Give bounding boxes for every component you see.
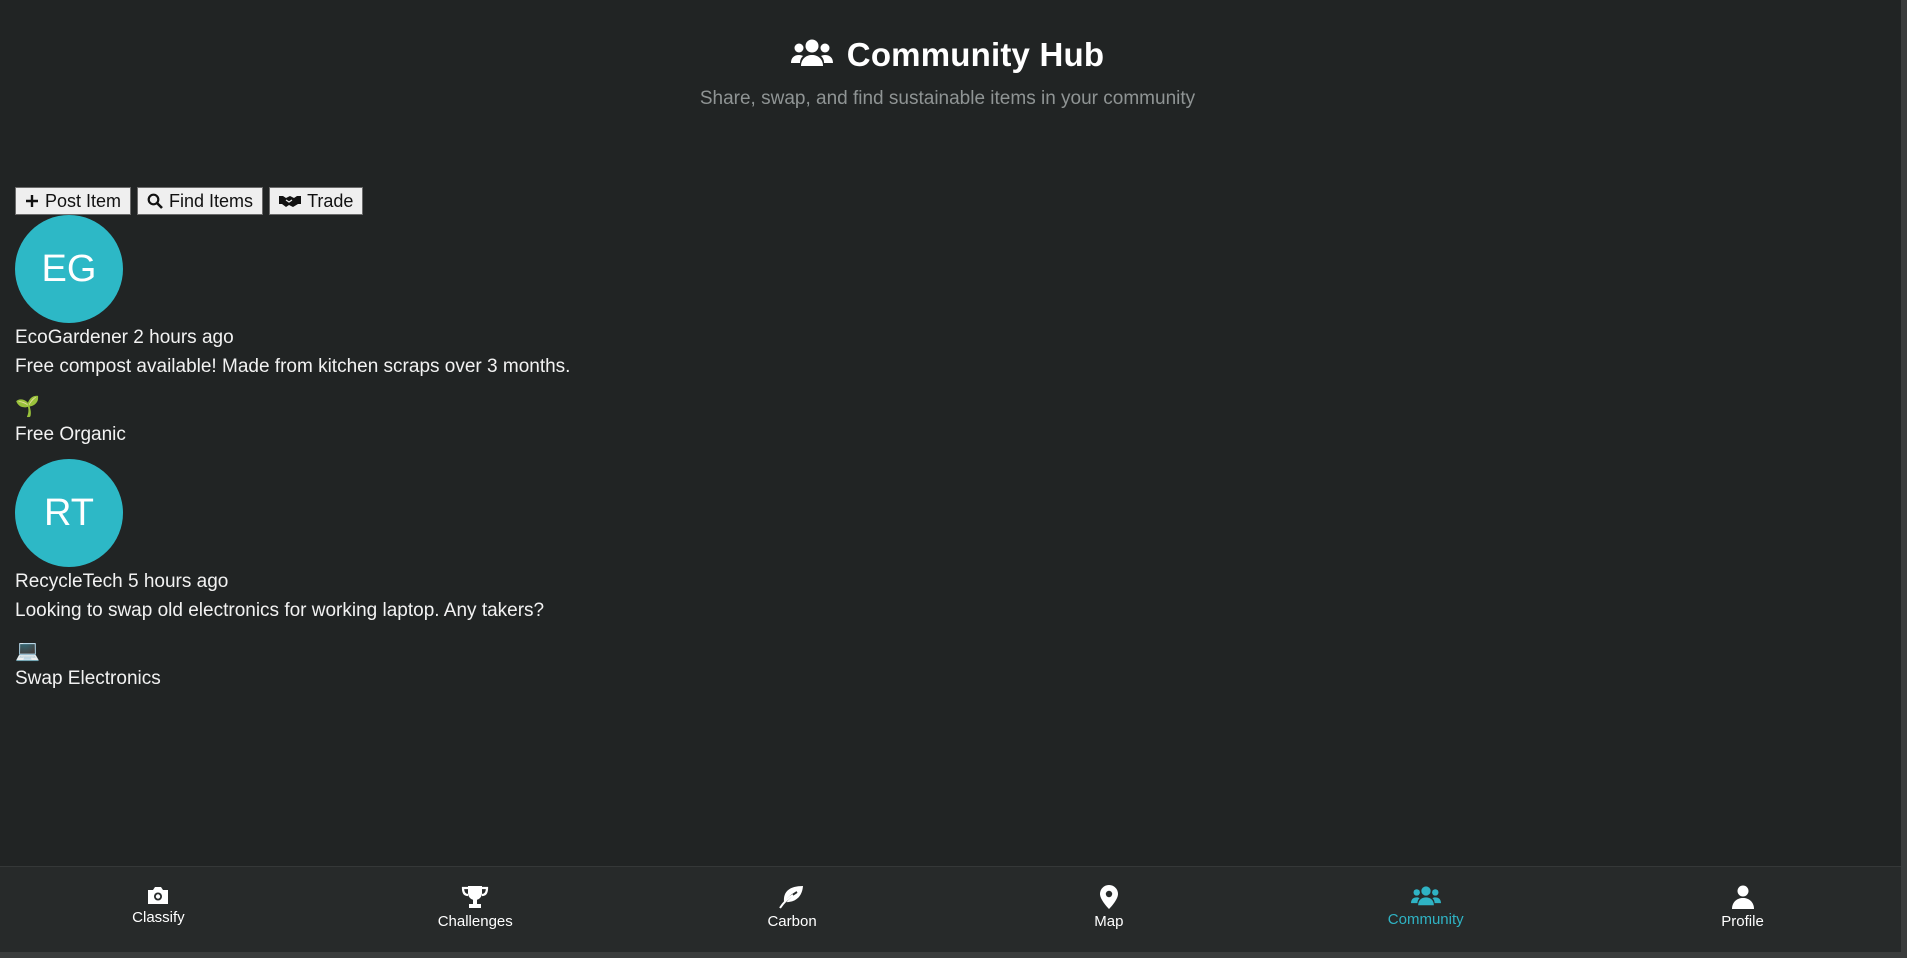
- camera-icon: [146, 885, 170, 909]
- trade-button[interactable]: Trade: [269, 187, 364, 215]
- nav-label-profile: Profile: [1721, 913, 1764, 930]
- nav-item-carbon[interactable]: Carbon: [634, 867, 951, 953]
- page-header: Community Hub Share, swap, and find sust…: [0, 36, 1895, 110]
- title-row: Community Hub: [0, 36, 1895, 74]
- post-text: Free compost available! Made from kitche…: [15, 356, 571, 377]
- avatar: RT: [15, 459, 123, 567]
- nav-item-community[interactable]: Community: [1267, 867, 1584, 953]
- nav-item-classify[interactable]: Classify: [0, 867, 317, 953]
- plus-icon: [25, 194, 39, 208]
- page-title: Community Hub: [846, 36, 1105, 73]
- map-pin-icon: [1099, 885, 1118, 913]
- post-tags: Free Organic: [15, 424, 126, 445]
- post-card: RT RecycleTech 5 hours ago Looking to sw…: [15, 459, 544, 691]
- nav-label-map: Map: [1094, 913, 1124, 930]
- nav-item-profile[interactable]: Profile: [1584, 867, 1901, 953]
- avatar: EG: [15, 215, 123, 323]
- seedling-icon: 🌱: [15, 396, 40, 418]
- post-meta: EcoGardener 2 hours ago: [15, 327, 234, 348]
- trophy-icon: [461, 885, 489, 913]
- nav-item-map[interactable]: Map: [950, 867, 1267, 953]
- page-subtitle: Share, swap, and find sustainable items …: [699, 88, 1196, 109]
- post-meta: RecycleTech 5 hours ago: [15, 571, 229, 592]
- handshake-icon: [279, 194, 302, 208]
- post-item-label: Post Item: [45, 190, 122, 211]
- nav-item-challenges[interactable]: Challenges: [317, 867, 634, 953]
- post-text: Looking to swap old electronics for work…: [15, 600, 545, 621]
- post-tags: Swap Electronics: [15, 668, 161, 689]
- users-icon: [790, 38, 833, 73]
- post-item-button[interactable]: Post Item: [15, 187, 132, 215]
- users-icon: [1410, 885, 1441, 911]
- find-items-label: Find Items: [169, 190, 254, 211]
- leaf-icon: [779, 885, 805, 913]
- nav-label-carbon: Carbon: [767, 913, 817, 930]
- post-card: EG EcoGardener 2 hours ago Free compost …: [15, 215, 570, 447]
- trade-label: Trade: [307, 190, 354, 211]
- action-bar: Post Item Find Items Trade: [15, 187, 364, 215]
- laptop-icon: 💻: [15, 640, 40, 662]
- user-icon: [1731, 885, 1754, 913]
- nav-label-classify: Classify: [132, 909, 185, 926]
- nav-label-community: Community: [1387, 911, 1464, 928]
- nav-label-challenges: Challenges: [437, 913, 513, 930]
- find-items-button[interactable]: Find Items: [137, 187, 264, 215]
- bottom-nav: Classify Challenges Carbon Map Community…: [0, 866, 1901, 953]
- window-edge-bottom: [0, 952, 1907, 958]
- search-icon: [147, 193, 163, 209]
- window-edge-right: [1901, 0, 1907, 958]
